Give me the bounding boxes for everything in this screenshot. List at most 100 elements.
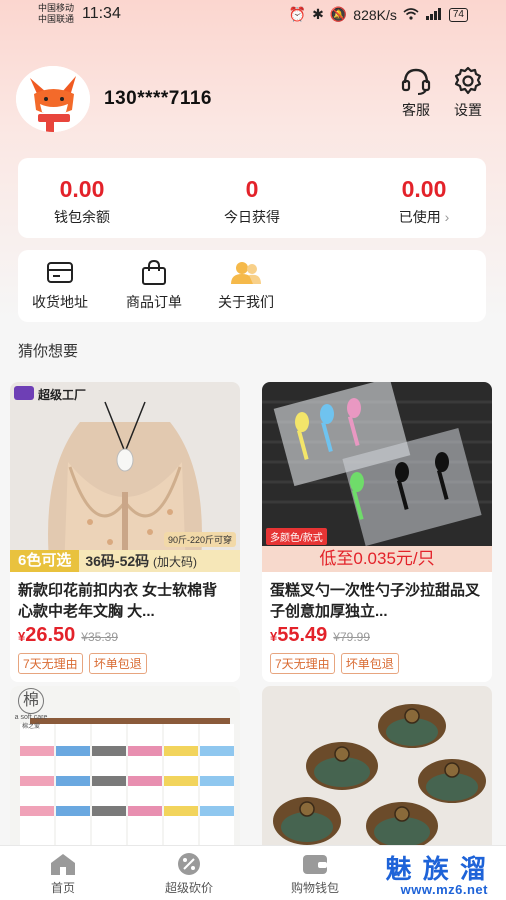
status-right: ⏰ ✱ 🔕 828K/s 74	[289, 6, 468, 23]
promo-banner: 低至0.035元/只	[262, 546, 492, 572]
settings-button[interactable]: 设置	[446, 66, 490, 120]
corner-badge-text: 多颜色/款式	[270, 533, 323, 544]
product-tags: 7天无理由 坏单包退	[262, 647, 492, 682]
price-value: 55.49	[277, 624, 328, 646]
menu-item-label: 收货地址	[32, 294, 88, 310]
alarm-icon: ⏰	[288, 6, 307, 22]
promo-banner-right: 36码-52码 (加大码)	[79, 550, 240, 572]
price-row: ¥26.50 ¥35.39	[10, 622, 240, 647]
product-image	[262, 686, 492, 856]
promo-banner-text: 低至0.035元/只	[319, 549, 435, 568]
tab-bargain-label: 超级砍价	[164, 881, 213, 895]
tag-no-reason-return: 7天无理由	[18, 653, 83, 674]
battery-indicator: 74	[448, 7, 468, 22]
corner-badge: 多颜色/款式	[266, 528, 327, 545]
used-amount-value: 0.00	[401, 176, 447, 202]
site-watermark: 魅 族 溜 www.mz6.net	[386, 856, 488, 897]
product-title: 蛋糕叉勺一次性勺子沙拉甜品叉子创意加厚独立...	[270, 582, 481, 620]
headset-icon	[401, 68, 431, 95]
status-time: 11:34	[82, 5, 121, 22]
tab-wallet-label: 购物钱包	[290, 881, 339, 895]
menu-item-about[interactable]: 关于我们	[218, 260, 274, 312]
carrier-2: 中国联通	[38, 14, 75, 24]
shopping-bag-icon	[142, 260, 166, 285]
status-bar: 中国移动 中国联通 11:34 ⏰ ✱ 🔕 828K/s 74	[0, 0, 506, 30]
size-note: 90斤-220斤可穿	[163, 532, 236, 547]
wifi-icon	[403, 7, 419, 23]
profile-header: 130****7116 客服 设置	[16, 66, 490, 132]
avatar[interactable]	[16, 66, 90, 132]
tag-damage-refund: 坏单包退	[88, 653, 147, 674]
watermark-url: www.mz6.net	[400, 882, 488, 897]
tab-wallet[interactable]: 购物钱包	[270, 852, 360, 896]
users-icon	[231, 262, 261, 284]
price-row: ¥55.49 ¥79.99	[262, 622, 492, 647]
mute-icon: 🔕	[329, 6, 348, 22]
product-card[interactable]	[262, 686, 492, 856]
wallet-icon	[303, 855, 327, 874]
today-earnings-value: 0	[245, 176, 259, 202]
product-card[interactable]: 棉 a soft care 棉之爱	[10, 686, 240, 856]
address-card-icon	[47, 262, 73, 283]
today-earnings[interactable]: 0 今日获得	[192, 176, 312, 227]
net-speed: 828K/s	[353, 6, 397, 23]
product-card[interactable]: 超级工厂 90斤-220斤可穿 6色可选 36码-52码 (加大码) 新款印花前…	[10, 382, 240, 682]
product-image: 超级工厂 90斤-220斤可穿 6色可选 36码-52码 (加大码)	[10, 382, 240, 572]
tab-home-label: 首页	[50, 881, 75, 895]
bluetooth-icon: ✱	[312, 6, 324, 22]
fox-avatar-icon	[16, 66, 90, 132]
menu-item-orders[interactable]: 商品订单	[126, 260, 182, 312]
section-title: 猜你想要	[18, 343, 79, 360]
product-price: ¥55.49	[270, 624, 327, 647]
price-value: 26.50	[25, 624, 76, 646]
product-image: 棉 a soft care 棉之爱	[10, 686, 240, 856]
product-price: ¥26.50	[18, 624, 75, 647]
menu-item-address[interactable]: 收货地址	[32, 260, 88, 312]
product-image: 多颜色/款式 低至0.035元/只	[262, 382, 492, 572]
tag-no-reason-return: 7天无理由	[270, 653, 335, 674]
chevron-right-icon: ›	[444, 209, 450, 225]
watermark-title: 魅 族 溜	[385, 854, 488, 884]
wallet-balance-label: 钱包余额	[54, 209, 110, 225]
carrier-info: 中国移动 中国联通	[38, 3, 74, 25]
signal-icon	[425, 7, 443, 23]
product-title: 新款印花前扣内衣 女士软棉背心款中老年文胸 大...	[18, 582, 218, 620]
wallet-balance[interactable]: 0.00 钱包余额	[22, 176, 142, 227]
used-amount-row: 已使用 ›	[364, 207, 484, 227]
promo-banner: 6色可选 36码-52码 (加大码)	[10, 550, 240, 572]
size-note-text: 90斤-220斤可穿	[167, 535, 232, 545]
tab-home[interactable]: 首页	[18, 852, 108, 896]
product-card[interactable]: 多颜色/款式 低至0.035元/只 蛋糕叉勺一次性勺子沙拉甜品叉子创意加厚独立.…	[262, 382, 492, 682]
tab-bargain[interactable]: 超级砍价	[144, 852, 234, 896]
promo-size-note: (加大码)	[153, 555, 198, 569]
menu-item-label: 商品订单	[126, 294, 182, 310]
used-amount-label: 已使用	[398, 209, 441, 225]
quick-menu: 收货地址 商品订单 关于我们	[18, 250, 486, 322]
brand-logo-char: 棉	[18, 688, 44, 714]
brand-logo-text: a soft care	[14, 714, 48, 721]
tag-damage-refund: 坏单包退	[340, 653, 399, 674]
promo-banner-left: 6色可选	[10, 550, 80, 572]
brand-badge: 超级工厂	[38, 386, 86, 403]
discount-tag-icon	[178, 853, 200, 875]
wallet-balance-value: 0.00	[59, 176, 105, 202]
customer-service-button[interactable]: 客服	[394, 66, 438, 120]
settings-label: 设置	[454, 102, 482, 118]
gear-icon	[454, 66, 482, 95]
brand-logo-sub: 棉之爱	[21, 724, 40, 730]
product-old-price: ¥79.99	[333, 630, 370, 644]
brand-logo: 棉 a soft care 棉之爱	[12, 688, 50, 730]
menu-item-label: 关于我们	[218, 294, 274, 310]
home-icon	[51, 854, 75, 875]
promo-size-range: 36码-52码	[85, 553, 150, 569]
product-old-price: ¥35.39	[81, 630, 118, 644]
product-tags: 7天无理由 坏单包退	[10, 647, 240, 682]
customer-service-label: 客服	[402, 102, 430, 118]
user-phone: 130****7116	[104, 88, 212, 109]
used-amount[interactable]: 0.00 已使用 ›	[364, 176, 484, 227]
knob-product-image	[262, 686, 492, 856]
carrier-1: 中国移动	[38, 3, 75, 13]
brand-badge-text: 超级工厂	[38, 388, 87, 402]
today-earnings-label: 今日获得	[224, 209, 280, 225]
wallet-card: 0.00 钱包余额 0 今日获得 0.00 已使用 ›	[18, 158, 486, 238]
